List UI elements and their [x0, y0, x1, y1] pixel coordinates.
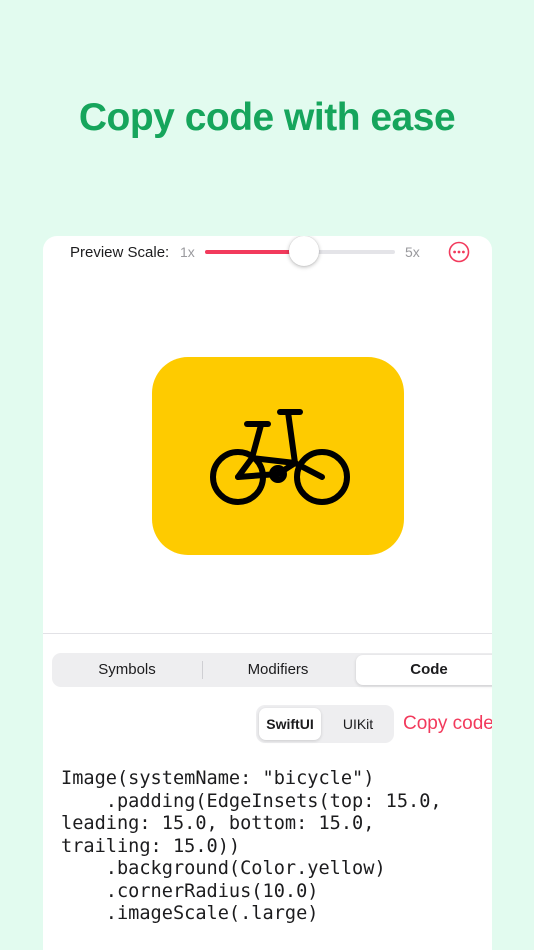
tab-code[interactable]: Code [356, 655, 492, 685]
code-snippet: Image(systemName: "bicycle") .padding(Ed… [61, 768, 442, 926]
scale-min-label: 1x [180, 244, 195, 260]
code-line: .padding(EdgeInsets(top: 15.0, [105, 790, 442, 812]
preview-scale-row: Preview Scale: 1x 5x [43, 236, 492, 268]
framework-picker: SwiftUI UIKit [256, 705, 394, 743]
scale-max-label: 5x [405, 244, 420, 260]
bicycle-icon [210, 409, 350, 505]
tab-symbols[interactable]: Symbols [52, 653, 202, 687]
slider-thumb[interactable] [288, 236, 319, 266]
code-line: Image(systemName: "bicycle") [61, 768, 375, 789]
main-tab-control: Symbols Modifiers Code [52, 653, 492, 687]
code-line: .imageScale(.large) [61, 903, 319, 924]
copy-code-button[interactable]: Copy code [403, 713, 492, 735]
code-line: .cornerRadius(10.0) [105, 880, 319, 902]
preview-scale-label: Preview Scale: [70, 244, 170, 261]
code-line: trailing: 15.0)) [61, 835, 241, 857]
code-line: .background(Color.yellow) [105, 858, 386, 879]
ellipsis-circle-icon [448, 241, 470, 263]
more-options-button[interactable] [448, 241, 470, 263]
headline: Copy code with ease [78, 96, 456, 139]
symbol-card: Preview Scale: 1x 5x Symbols Modifiers C… [43, 236, 492, 950]
divider [43, 633, 492, 634]
tab-modifiers[interactable]: Modifiers [203, 653, 353, 687]
framework-swiftui[interactable]: SwiftUI [259, 708, 321, 740]
code-line: leading: 15.0, bottom: 15.0, [61, 813, 375, 834]
symbol-preview [152, 357, 404, 555]
framework-uikit[interactable]: UIKit [326, 705, 390, 743]
